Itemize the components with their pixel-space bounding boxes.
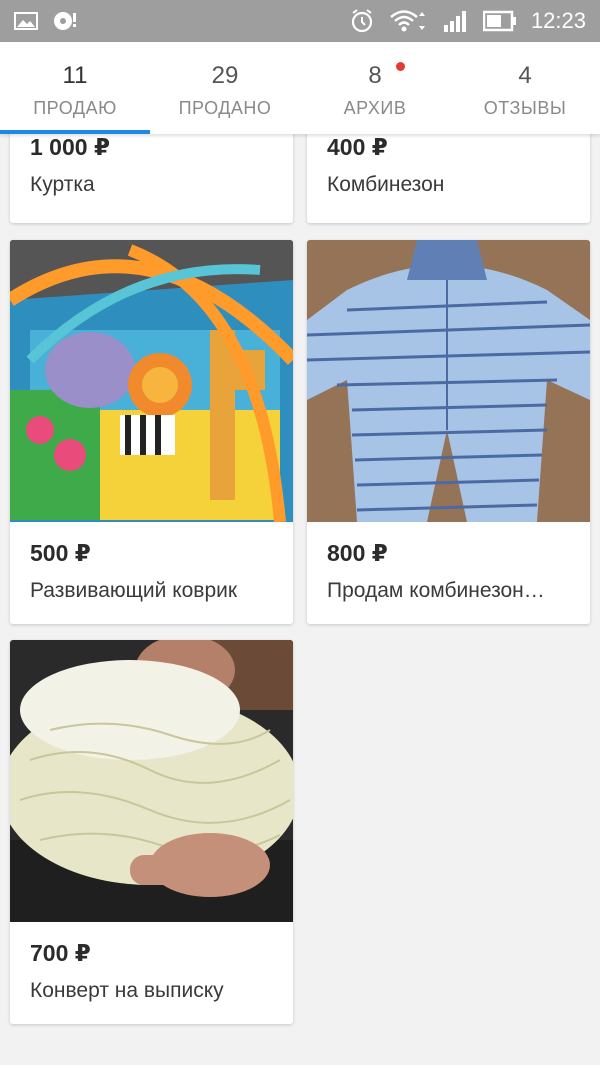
tab-bar: 11 ПРОДАЮ 29 ПРОДАНО 8 АРХИВ 4 ОТЗЫВЫ	[0, 42, 600, 134]
tab-label: ОТЗЫВЫ	[483, 97, 567, 118]
listing-card[interactable]: 500 ₽ Развивающий коврик	[10, 240, 293, 624]
battery-icon	[482, 10, 517, 32]
tab-label: ПРОДАНО	[178, 97, 272, 118]
status-bar: 12:23	[0, 0, 600, 42]
listing-title: Куртка	[30, 173, 95, 196]
listing-photo	[10, 240, 293, 522]
tab-reviews[interactable]: 4 ОТЗЫВЫ	[450, 42, 600, 134]
listing-price: 800 ₽	[327, 540, 388, 566]
listing-photo	[307, 240, 590, 522]
active-tab-indicator	[0, 130, 150, 134]
clock: 12:23	[530, 8, 586, 33]
tab-sold[interactable]: 29 ПРОДАНО	[150, 42, 300, 134]
listing-card[interactable]: 700 ₽ Конверт на выписку	[10, 640, 293, 1024]
listing-card[interactable]: 400 ₽ Комбинезон	[307, 134, 590, 223]
wifi-icon	[389, 8, 429, 34]
listing-title: Развивающий коврик	[30, 579, 238, 602]
tab-count: 29	[211, 61, 239, 89]
listing-card[interactable]: 800 ₽ Продам комбинезон…	[307, 240, 590, 624]
listing-card[interactable]: 1 000 ₽ Куртка	[10, 134, 293, 223]
listing-title: Комбинезон	[327, 173, 445, 196]
tab-label: ПРОДАЮ	[33, 97, 117, 118]
gallery-icon	[14, 11, 38, 31]
tab-label: АРХИВ	[343, 97, 407, 118]
signal-icon	[443, 9, 469, 33]
notification-dot	[396, 62, 405, 71]
listing-price: 500 ₽	[30, 540, 91, 566]
listing-price: 400 ₽	[327, 134, 388, 160]
record-icon	[52, 9, 78, 33]
tab-count: 4	[518, 61, 532, 89]
listing-title: Продам комбинезон…	[327, 579, 545, 602]
listing-photo	[10, 640, 293, 922]
tab-count: 11	[62, 61, 88, 89]
listing-price: 700 ₽	[30, 940, 91, 966]
tab-selling[interactable]: 11 ПРОДАЮ	[0, 42, 150, 134]
tab-count: 8	[368, 61, 382, 89]
tab-archive[interactable]: 8 АРХИВ	[300, 42, 450, 134]
listings-grid: 1 000 ₽ Куртка 400 ₽ Комбинезон 500 ₽ Ра…	[0, 134, 600, 1065]
alarm-icon	[349, 8, 375, 34]
listing-title: Конверт на выписку	[30, 979, 224, 1002]
listing-price: 1 000 ₽	[30, 134, 110, 160]
